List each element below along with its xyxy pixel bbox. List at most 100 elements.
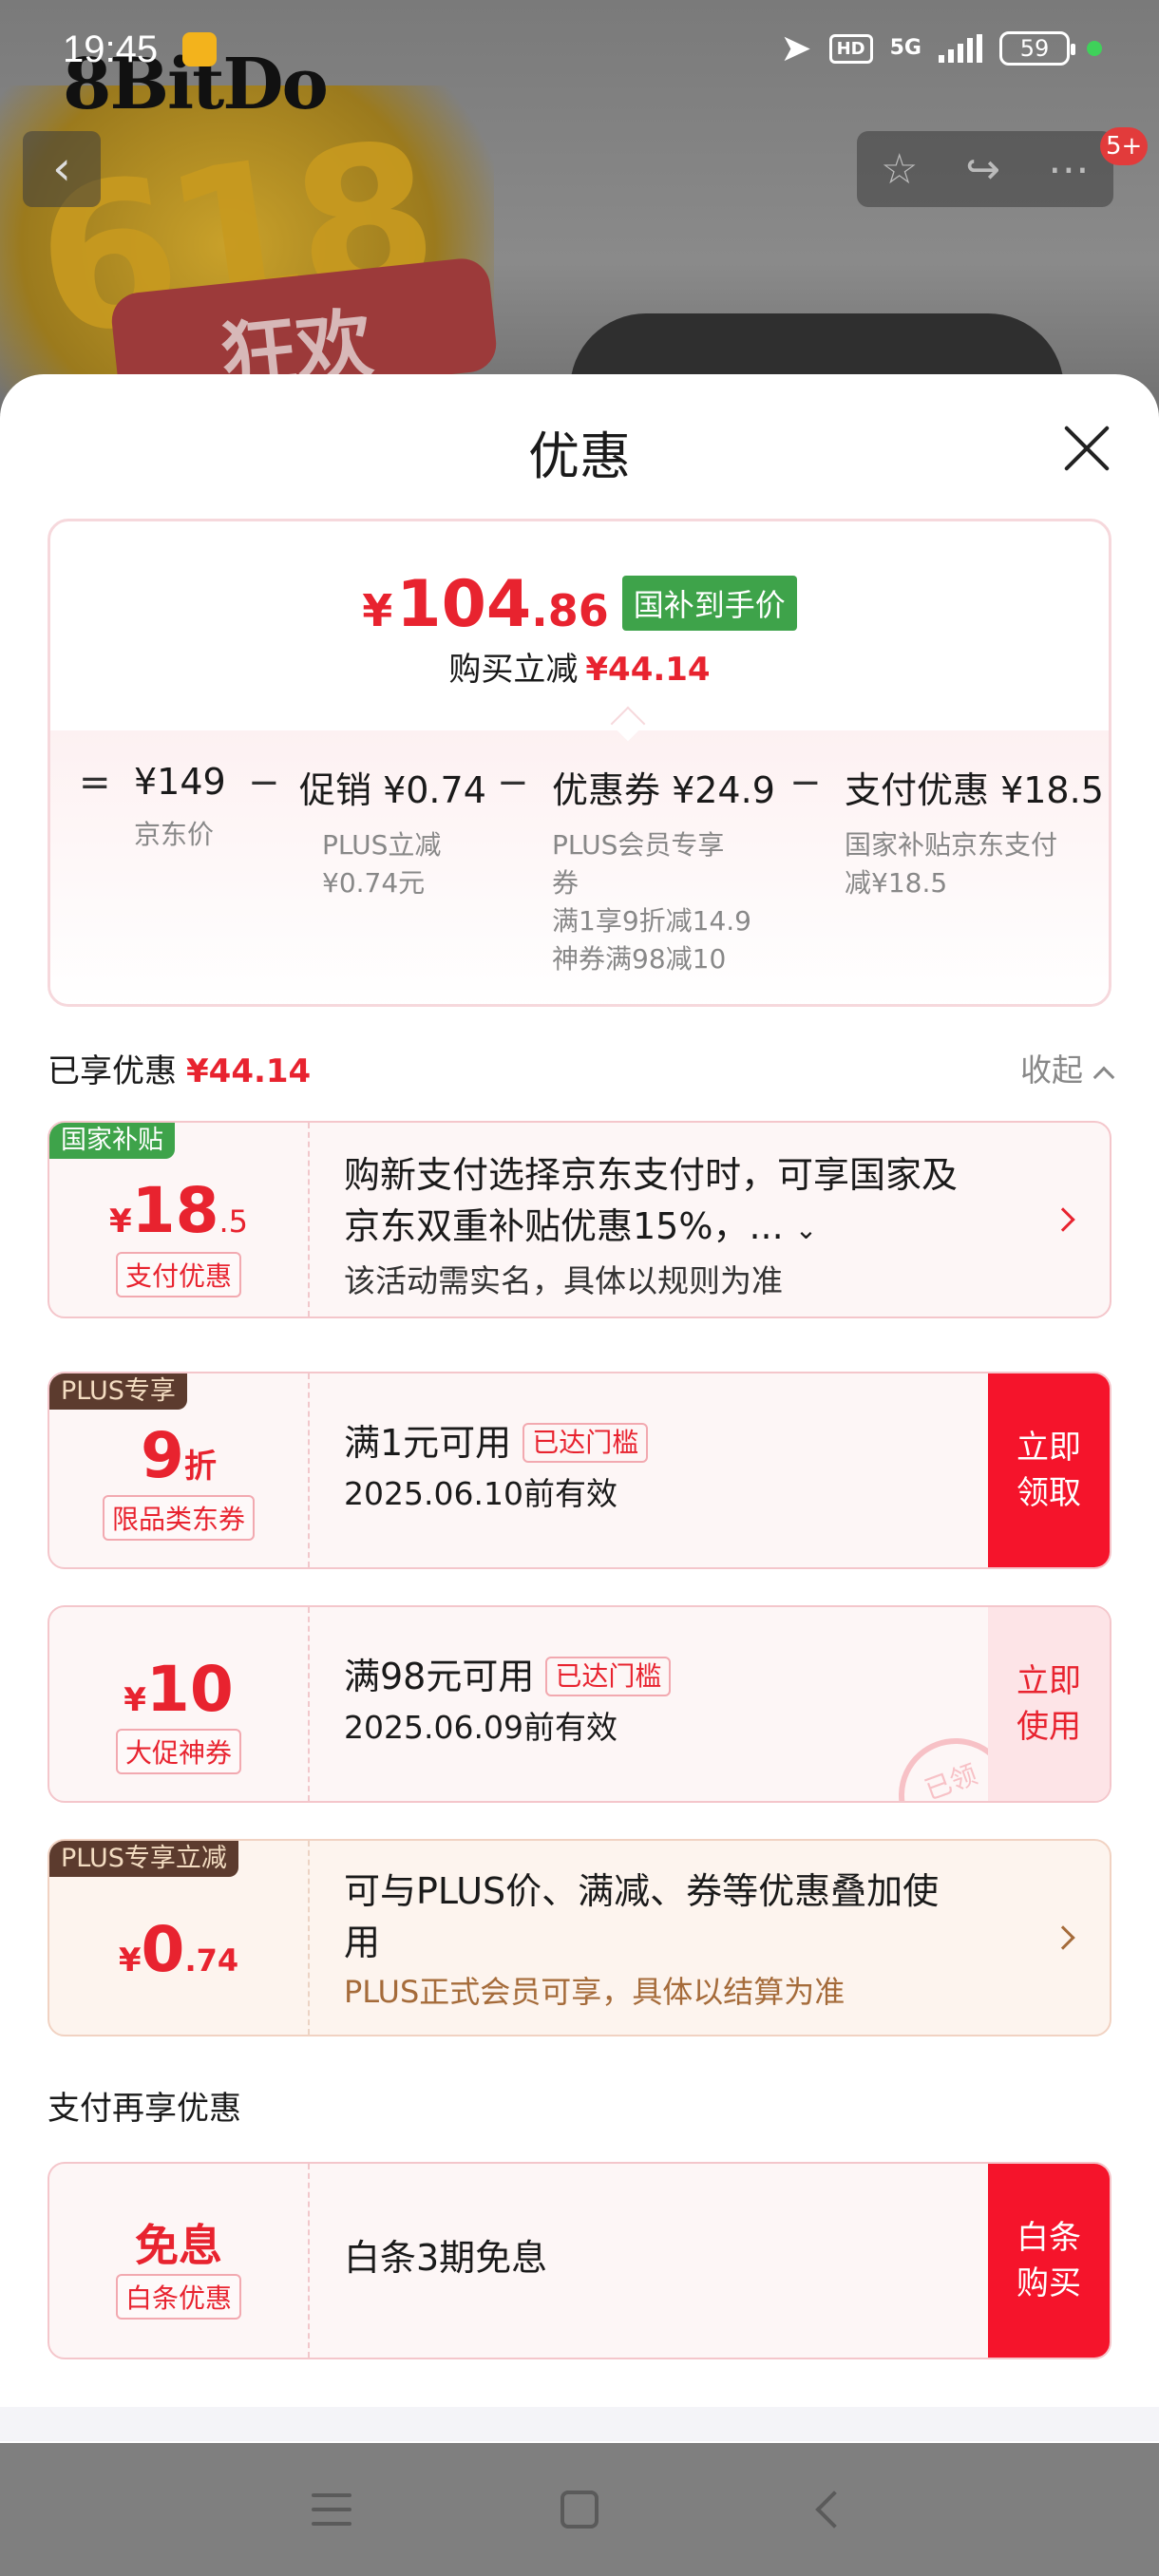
amount-dec: .5 bbox=[218, 1203, 249, 1240]
chevron-left-icon: ‹ bbox=[52, 141, 71, 196]
discount-unit: 折 bbox=[183, 1448, 217, 1486]
card-desc-line3: 该活动需实名，具体以规则为准 bbox=[344, 1262, 783, 1299]
card-body: 满98元可用 已达门槛 2025.06.09前有效 bbox=[344, 1651, 996, 1748]
subsidy-amount: ¥18.5 bbox=[49, 1174, 308, 1247]
card-desc-line1: 可与PLUS价、满减、券等优惠叠加使 bbox=[344, 1870, 940, 1912]
card-expiry: 2025.06.09前有效 bbox=[344, 1709, 618, 1746]
card-condition: 满98元可用 已达门槛 bbox=[344, 1651, 996, 1702]
baitiao-buy-button[interactable]: 白条购买 bbox=[988, 2164, 1110, 2358]
currency-symbol: ¥ bbox=[362, 585, 393, 636]
status-icons: ➤ HD 5G 59 bbox=[780, 27, 1102, 70]
plus-exclusive-tag: PLUS专享 bbox=[49, 1373, 187, 1410]
status-bar: 19:45 ➤ HD 5G 59 bbox=[0, 0, 1159, 104]
minus-sign: − bbox=[789, 761, 822, 805]
card-body: 购新支付选择京东支付时，可享国家及 京东双重补贴优惠15%，... ⌄ 该活动需… bbox=[344, 1149, 996, 1301]
amount-int: 10 bbox=[145, 1653, 234, 1726]
network-label: 5G bbox=[889, 36, 922, 60]
share-icon[interactable]: ↪ bbox=[965, 145, 1000, 194]
notification-badge: 5+ bbox=[1100, 127, 1149, 165]
discount-sheet: 优惠 ¥104.86 国补到手价 购买立减 ¥44.14 = ¥149 京东价 −… bbox=[0, 374, 1159, 2409]
plus-reduce-card[interactable]: ¥0.74 PLUS专享立减 可与PLUS价、满减、券等优惠叠加使 用 PLUS… bbox=[48, 1839, 1112, 2036]
card-desc-line3: PLUS正式会员可享，具体以结算为准 bbox=[344, 1974, 846, 2010]
currency-symbol: ¥ bbox=[108, 1203, 132, 1241]
instant-reduce-row: 购买立减 ¥44.14 bbox=[50, 643, 1109, 690]
currency-symbol: ¥ bbox=[124, 1681, 146, 1719]
minus-sign: − bbox=[248, 761, 280, 805]
collapse-button[interactable]: 收起 bbox=[1020, 1045, 1115, 1090]
final-price-row: ¥104.86 国补到手价 bbox=[50, 567, 1109, 642]
privacy-dot-icon bbox=[1087, 41, 1102, 56]
recent-apps-icon[interactable] bbox=[312, 2493, 352, 2526]
hd-icon: HD bbox=[828, 33, 873, 64]
claim-coupon-button[interactable]: 立即领取 bbox=[988, 1373, 1110, 1567]
pay-sub2: 减¥18.5 bbox=[845, 867, 948, 899]
pay-col: 支付优惠 ¥18.5 国家补贴京东支付 减¥18.5 bbox=[845, 761, 1104, 902]
amount-int: 9 bbox=[141, 1419, 184, 1492]
card-expiry: 2025.06.10前有效 bbox=[344, 1475, 618, 1512]
signal-icon bbox=[939, 34, 982, 63]
coupon-detail: PLUS会员专享 券 满1享9折减14.9 神券满98减10 bbox=[552, 826, 775, 978]
interest-free-title: 免息 bbox=[135, 2220, 222, 2271]
chevron-down-icon[interactable]: ⌄ bbox=[795, 1214, 817, 1245]
card-condition-text: 满98元可用 bbox=[344, 1656, 535, 1697]
card-desc-line2: 用 bbox=[344, 1922, 381, 1963]
sheet-title: 优惠 bbox=[528, 426, 631, 486]
installment-text: 白条3期免息 bbox=[344, 2237, 548, 2279]
more-icon[interactable]: ⋯ bbox=[1048, 145, 1090, 194]
card-condition: 满1元可用 已达门槛 bbox=[344, 1417, 996, 1468]
subsidy-price-tag: 国补到手价 bbox=[621, 576, 797, 631]
card-left: 免息 白条优惠 bbox=[49, 2164, 310, 2358]
threshold-met-chip: 已达门槛 bbox=[545, 1657, 672, 1696]
final-price-dec: .86 bbox=[531, 585, 609, 636]
home-icon[interactable] bbox=[560, 2491, 598, 2529]
enjoyed-discount: 已享优惠 ¥44.14 bbox=[48, 1045, 311, 1091]
chevron-up-icon bbox=[1092, 1066, 1115, 1089]
national-subsidy-tag: 国家补贴 bbox=[49, 1123, 175, 1159]
coupon-sub3: 满1享9折减14.9 bbox=[552, 905, 751, 937]
amount-int: 18 bbox=[131, 1174, 219, 1247]
promo-sub2: ¥0.74元 bbox=[322, 867, 426, 899]
collapse-label: 收起 bbox=[1020, 1051, 1083, 1089]
claim-coupon-label: 立即领取 bbox=[1016, 1429, 1081, 1512]
baitiao-card: 免息 白条优惠 白条3期免息 白条购买 bbox=[48, 2162, 1112, 2359]
system-nav-bar bbox=[0, 2443, 1159, 2576]
currency-symbol: ¥ bbox=[118, 1941, 142, 1979]
discount-rate: 9折 bbox=[49, 1419, 308, 1492]
mega-coupon-card: ¥10 大促神券 满98元可用 已达门槛 2025.06.09前有效 已领 立即使… bbox=[48, 1605, 1112, 1803]
back-icon[interactable] bbox=[815, 2491, 853, 2529]
top-action-group: ☆ ↪ ⋯ bbox=[857, 131, 1113, 207]
use-coupon-label: 立即使用 bbox=[1016, 1662, 1081, 1746]
chevron-right-icon bbox=[1051, 1207, 1075, 1232]
enjoyed-amount: ¥44.14 bbox=[186, 1052, 312, 1090]
back-button[interactable]: ‹ bbox=[23, 131, 101, 207]
location-icon: ➤ bbox=[780, 27, 812, 70]
use-coupon-button[interactable]: 立即使用 bbox=[988, 1607, 1110, 1801]
card-desc-line2-text: 京东双重补贴优惠15%，... bbox=[344, 1205, 784, 1247]
amount-int: 0 bbox=[141, 1913, 185, 1986]
card-left: ¥10 大促神券 bbox=[49, 1607, 310, 1801]
card-type-chip: 支付优惠 bbox=[115, 1252, 242, 1297]
plus-coupon-card: 9折 限品类东券 PLUS专享 满1元可用 已达门槛 2025.06.10前有效 … bbox=[48, 1372, 1112, 1569]
national-subsidy-card[interactable]: ¥18.5 支付优惠 国家补贴 购新支付选择京东支付时，可享国家及 京东双重补贴… bbox=[48, 1121, 1112, 1318]
threshold-met-chip: 已达门槛 bbox=[522, 1423, 649, 1463]
status-time: 19:45 bbox=[63, 28, 159, 70]
battery-icon: 59 bbox=[999, 31, 1075, 66]
reduce-label: 购买立减 bbox=[448, 651, 579, 689]
card-condition-text: 满1元可用 bbox=[344, 1422, 512, 1464]
card-body: 满1元可用 已达门槛 2025.06.10前有效 bbox=[344, 1417, 996, 1514]
card-type-chip: 白条优惠 bbox=[115, 2274, 242, 2320]
card-type-chip: 大促神券 bbox=[115, 1729, 242, 1774]
coupon-value: ¥10 bbox=[49, 1653, 308, 1726]
app-notification-icon bbox=[182, 32, 217, 66]
minus-sign: − bbox=[497, 761, 529, 805]
favorite-star-icon[interactable]: ☆ bbox=[881, 145, 918, 194]
card-type-chip: 限品类东券 bbox=[102, 1495, 256, 1541]
final-price: ¥104.86 bbox=[362, 567, 608, 642]
promo-amount: 促销 ¥0.74 bbox=[299, 769, 486, 811]
jd-price-col: ¥149 京东价 bbox=[134, 761, 226, 854]
pay-sub1: 国家补贴京东支付 bbox=[845, 829, 1058, 861]
coupon-sub4: 神券满98减10 bbox=[552, 943, 727, 975]
promo-detail: PLUS立减 ¥0.74元 bbox=[322, 826, 486, 902]
close-icon[interactable] bbox=[1060, 422, 1113, 475]
jd-price: ¥149 bbox=[134, 761, 226, 803]
